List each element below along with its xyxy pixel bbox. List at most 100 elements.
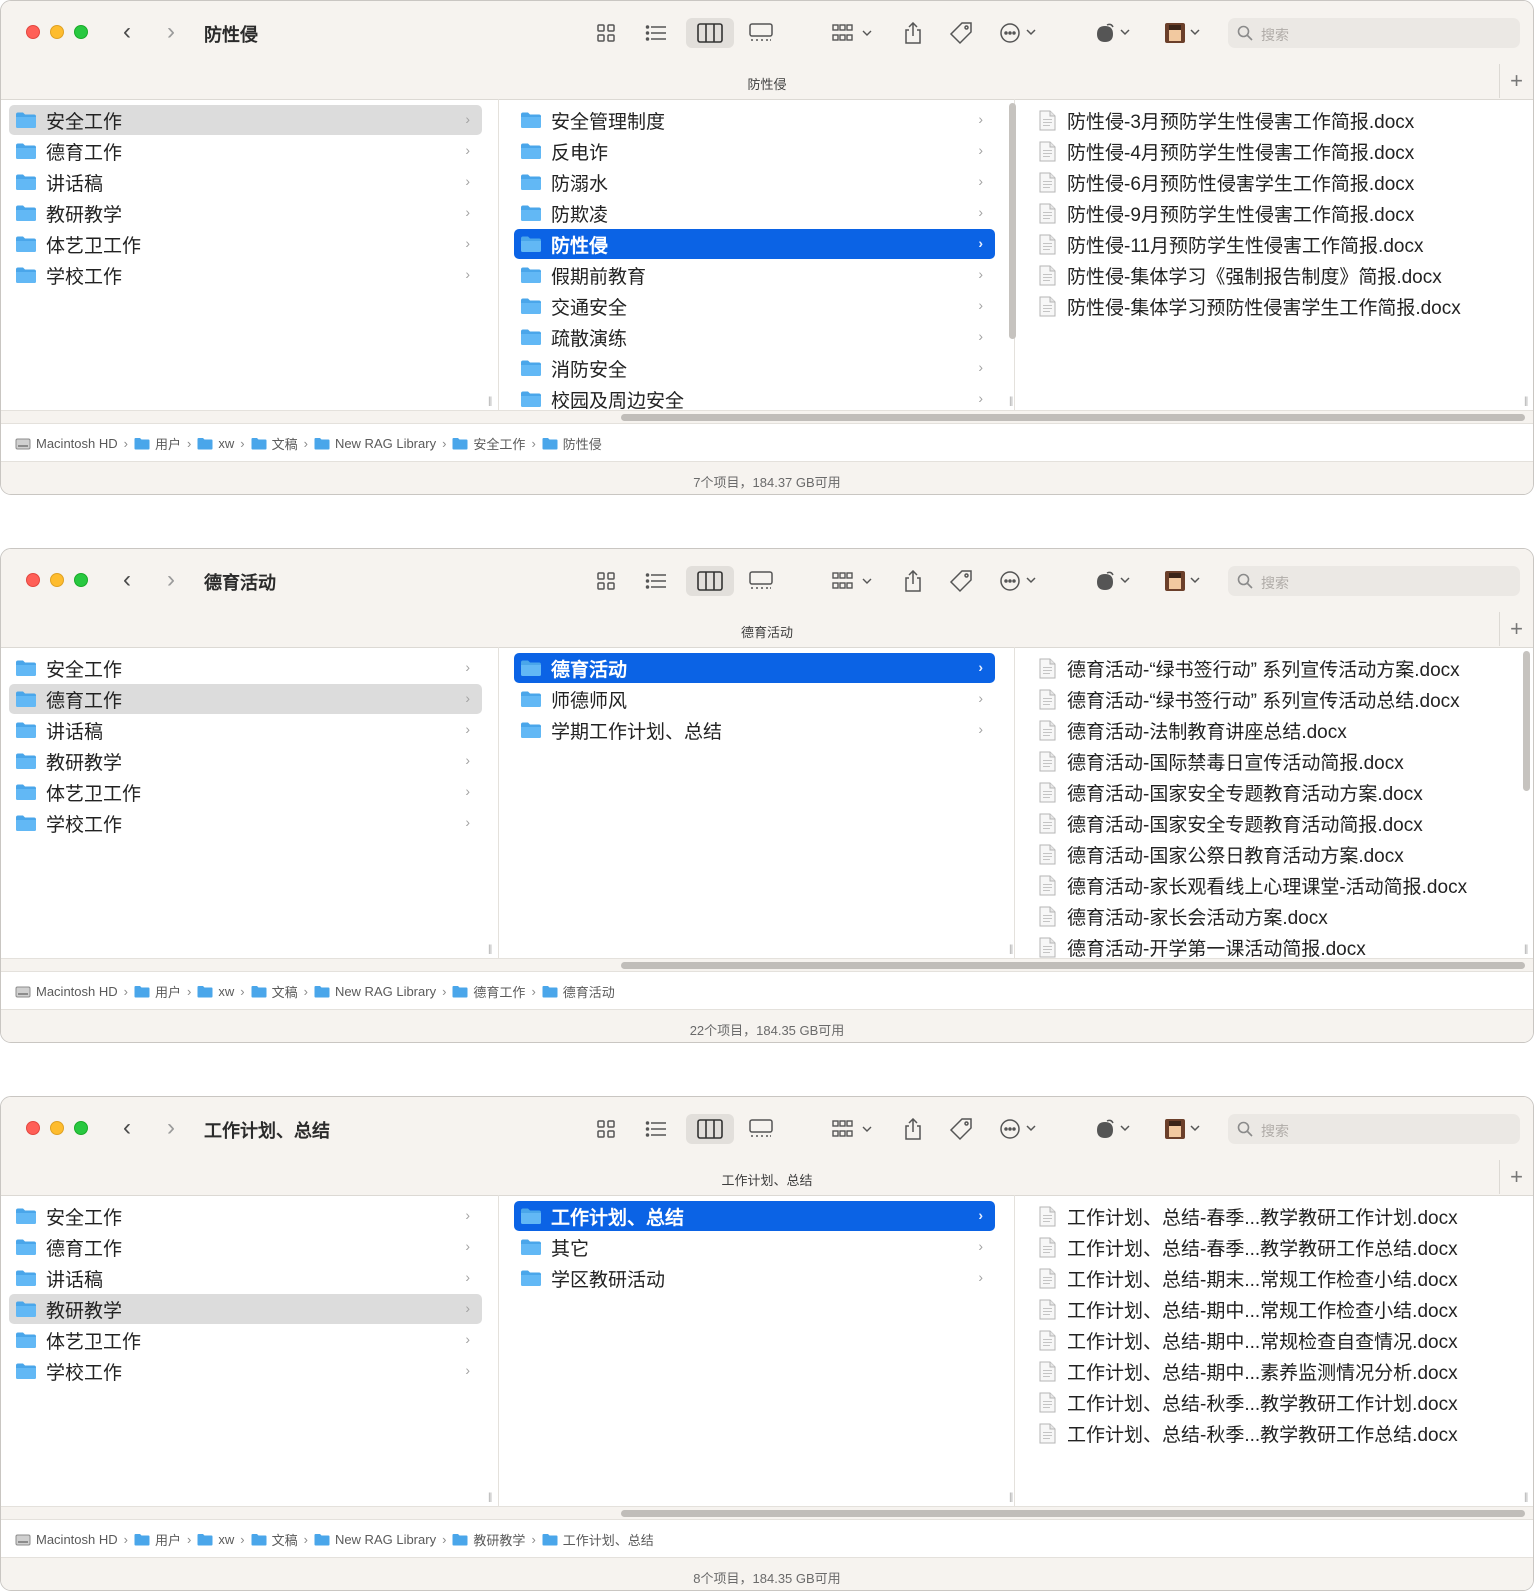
breadcrumb-item[interactable]: 防性侵 bbox=[542, 434, 602, 453]
icon-view-button-icon[interactable] bbox=[591, 566, 621, 596]
vertical-scrollbar[interactable] bbox=[1009, 103, 1016, 339]
list-view-button-icon[interactable] bbox=[641, 566, 671, 596]
column-resize-handle[interactable]: || bbox=[1524, 944, 1528, 955]
more-actions-menu-icon[interactable] bbox=[997, 1114, 1041, 1144]
folder-item[interactable]: 安全工作 › bbox=[9, 1201, 482, 1231]
folder-item[interactable]: 疏散演练 › bbox=[514, 322, 995, 352]
folder-item[interactable]: 师德师风 › bbox=[514, 684, 995, 714]
breadcrumb-item[interactable]: Macintosh HD › bbox=[15, 984, 134, 999]
forward-chevron-icon[interactable]: › bbox=[167, 1115, 175, 1141]
file-item[interactable]: 防性侵-6月预防性侵害学生工作简报.docx bbox=[1033, 167, 1526, 197]
folder-item[interactable]: 学校工作 › bbox=[9, 260, 482, 290]
close-window-button[interactable] bbox=[26, 1121, 40, 1135]
add-tab-button[interactable]: + bbox=[1499, 612, 1533, 646]
file-item[interactable]: 防性侵-3月预防学生性侵害工作简报.docx bbox=[1033, 105, 1526, 135]
forward-chevron-icon[interactable]: › bbox=[167, 19, 175, 45]
folder-item[interactable]: 体艺卫工作 › bbox=[9, 229, 482, 259]
tag-icon[interactable] bbox=[945, 18, 977, 48]
file-item[interactable]: 防性侵-4月预防学生性侵害工作简报.docx bbox=[1033, 136, 1526, 166]
cloud-sync-menu-icon[interactable] bbox=[1091, 1114, 1135, 1144]
search-field[interactable]: 搜索 bbox=[1228, 566, 1520, 596]
file-item[interactable]: 工作计划、总结-期中...常规检查自查情况.docx bbox=[1033, 1325, 1526, 1355]
folder-item[interactable]: 交通安全 › bbox=[514, 291, 995, 321]
column-resize-handle[interactable]: || bbox=[1009, 944, 1013, 955]
folder-item[interactable]: 讲话稿 › bbox=[9, 1263, 482, 1293]
file-item[interactable]: 工作计划、总结-秋季...教学教研工作计划.docx bbox=[1033, 1387, 1526, 1417]
group-by-menu-icon[interactable] bbox=[829, 1114, 877, 1144]
column-resize-handle[interactable]: || bbox=[1009, 1492, 1013, 1503]
back-chevron-icon[interactable]: ‹ bbox=[123, 567, 131, 593]
close-window-button[interactable] bbox=[26, 25, 40, 39]
folder-item[interactable]: 安全管理制度 › bbox=[514, 105, 995, 135]
cloud-sync-menu-icon[interactable] bbox=[1091, 566, 1135, 596]
folder-item[interactable]: 体艺卫工作 › bbox=[9, 777, 482, 807]
column-resize-handle[interactable]: || bbox=[488, 396, 492, 407]
folder-item[interactable]: 工作计划、总结 › bbox=[514, 1201, 995, 1231]
user-avatar-menu-icon[interactable] bbox=[1161, 566, 1205, 596]
folder-item[interactable]: 其它 › bbox=[514, 1232, 995, 1262]
breadcrumb-item[interactable]: 文稿 › bbox=[251, 982, 314, 1001]
minimize-window-button[interactable] bbox=[50, 1121, 64, 1135]
file-item[interactable]: 工作计划、总结-秋季...教学教研工作总结.docx bbox=[1033, 1418, 1526, 1448]
folder-item[interactable]: 假期前教育 › bbox=[514, 260, 995, 290]
file-item[interactable]: 防性侵-9月预防学生性侵害工作简报.docx bbox=[1033, 198, 1526, 228]
breadcrumb-item[interactable]: 文稿 › bbox=[251, 1530, 314, 1549]
back-chevron-icon[interactable]: ‹ bbox=[123, 1115, 131, 1141]
column-divider[interactable] bbox=[1014, 647, 1015, 958]
breadcrumb-item[interactable]: New RAG Library › bbox=[314, 984, 452, 999]
group-by-menu-icon[interactable] bbox=[829, 18, 877, 48]
breadcrumb-item[interactable]: 文稿 › bbox=[251, 434, 314, 453]
file-item[interactable]: 德育活动-家长会活动方案.docx bbox=[1033, 901, 1526, 931]
add-tab-button[interactable]: + bbox=[1499, 64, 1533, 98]
breadcrumb-item[interactable]: 用户 › bbox=[134, 434, 197, 453]
vertical-scrollbar[interactable] bbox=[1523, 651, 1530, 791]
breadcrumb-item[interactable]: Macintosh HD › bbox=[15, 436, 134, 451]
group-by-menu-icon[interactable] bbox=[829, 566, 877, 596]
folder-item[interactable]: 学校工作 › bbox=[9, 808, 482, 838]
file-item[interactable]: 德育活动-国际禁毒日宣传活动简报.docx bbox=[1033, 746, 1526, 776]
folder-item[interactable]: 讲话稿 › bbox=[9, 167, 482, 197]
breadcrumb-item[interactable]: xw › bbox=[197, 984, 250, 999]
list-view-button-icon[interactable] bbox=[641, 18, 671, 48]
breadcrumb-item[interactable]: 教研教学 › bbox=[452, 1530, 541, 1549]
file-item[interactable]: 德育活动-国家安全专题教育活动方案.docx bbox=[1033, 777, 1526, 807]
file-item[interactable]: 工作计划、总结-期末...常规工作检查小结.docx bbox=[1033, 1263, 1526, 1293]
breadcrumb-item[interactable]: 德育活动 bbox=[542, 982, 615, 1001]
add-tab-button[interactable]: + bbox=[1499, 1160, 1533, 1194]
zoom-window-button[interactable] bbox=[74, 25, 88, 39]
folder-item[interactable]: 德育工作 › bbox=[9, 684, 482, 714]
back-chevron-icon[interactable]: ‹ bbox=[123, 19, 131, 45]
folder-item[interactable]: 德育工作 › bbox=[9, 136, 482, 166]
column-divider[interactable] bbox=[498, 1195, 499, 1506]
breadcrumb-item[interactable]: 用户 › bbox=[134, 1530, 197, 1549]
folder-item[interactable]: 德育工作 › bbox=[9, 1232, 482, 1262]
minimize-window-button[interactable] bbox=[50, 573, 64, 587]
column-resize-handle[interactable]: || bbox=[1524, 396, 1528, 407]
folder-item[interactable]: 安全工作 › bbox=[9, 105, 482, 135]
gallery-view-button-icon[interactable] bbox=[744, 18, 778, 48]
file-item[interactable]: 工作计划、总结-春季...教学教研工作计划.docx bbox=[1033, 1201, 1526, 1231]
column-resize-handle[interactable]: || bbox=[488, 1492, 492, 1503]
folder-item[interactable]: 学区教研活动 › bbox=[514, 1263, 995, 1293]
folder-item[interactable]: 反电诈 › bbox=[514, 136, 995, 166]
breadcrumb-item[interactable]: 工作计划、总结 bbox=[542, 1530, 654, 1549]
file-item[interactable]: 德育活动-“绿书签行动” 系列宣传活动总结.docx bbox=[1033, 684, 1526, 714]
gallery-view-button-icon[interactable] bbox=[744, 1114, 778, 1144]
share-icon[interactable] bbox=[899, 1114, 927, 1144]
icon-view-button-icon[interactable] bbox=[591, 1114, 621, 1144]
tag-icon[interactable] bbox=[945, 566, 977, 596]
folder-item[interactable]: 消防安全 › bbox=[514, 353, 995, 383]
file-item[interactable]: 德育活动-“绿书签行动” 系列宣传活动方案.docx bbox=[1033, 653, 1526, 683]
breadcrumb-item[interactable]: New RAG Library › bbox=[314, 436, 452, 451]
close-window-button[interactable] bbox=[26, 573, 40, 587]
more-actions-menu-icon[interactable] bbox=[997, 566, 1041, 596]
folder-item[interactable]: 校园及周边安全 › bbox=[514, 384, 995, 410]
minimize-window-button[interactable] bbox=[50, 25, 64, 39]
column-resize-handle[interactable]: || bbox=[1524, 1492, 1528, 1503]
breadcrumb-item[interactable]: New RAG Library › bbox=[314, 1532, 452, 1547]
folder-item[interactable]: 教研教学 › bbox=[9, 198, 482, 228]
horizontal-scrollbar[interactable] bbox=[621, 962, 1525, 969]
file-item[interactable]: 防性侵-11月预防学生性侵害工作简报.docx bbox=[1033, 229, 1526, 259]
column-view-button-icon[interactable] bbox=[686, 18, 734, 48]
user-avatar-menu-icon[interactable] bbox=[1161, 18, 1205, 48]
